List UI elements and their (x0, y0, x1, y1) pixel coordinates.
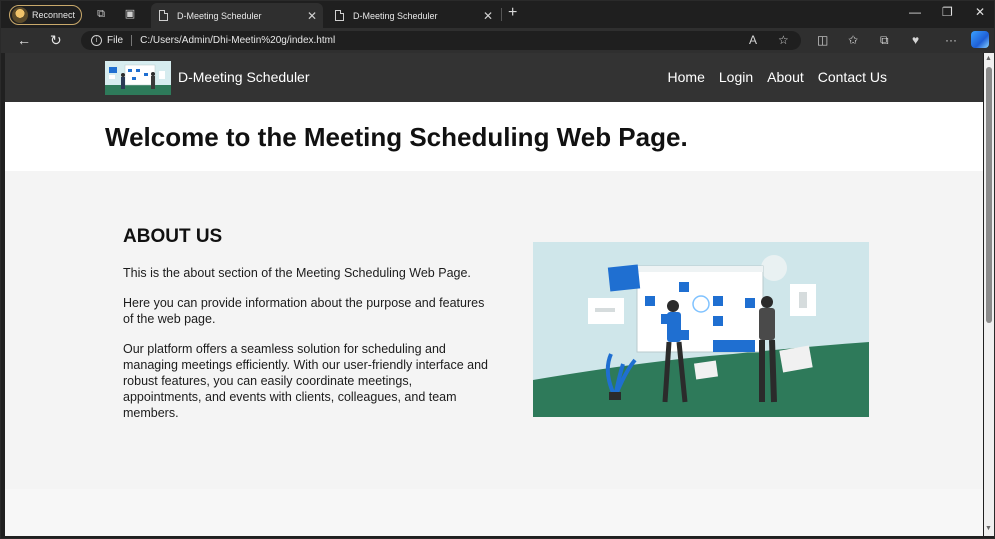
tab-divider (501, 8, 502, 21)
minimize-icon[interactable]: — (909, 5, 921, 19)
scroll-up-icon[interactable]: ▲ (985, 55, 992, 62)
about-paragraph: Our platform offers a seamless solution … (123, 342, 488, 420)
logo-illustration (105, 64, 171, 95)
restore-icon[interactable]: ❐ (942, 5, 953, 19)
split-screen-icon[interactable]: ◫ (817, 33, 828, 47)
page-viewport: D-Meeting Scheduler Home Login About Con… (5, 53, 983, 536)
read-aloud-icon[interactable]: A (749, 33, 757, 47)
nav-contact-link[interactable]: Contact Us (818, 69, 887, 85)
back-arrow-icon[interactable]: ← (17, 32, 31, 48)
logo-image[interactable] (105, 61, 171, 95)
profile-button[interactable]: Reconnect (9, 5, 82, 25)
close-window-icon[interactable]: ✕ (975, 5, 985, 19)
new-tab-icon[interactable]: + (508, 4, 517, 22)
browser-essentials-icon[interactable]: ♥ (912, 33, 919, 47)
page-title: Welcome to the Meeting Scheduling Web Pa… (105, 122, 688, 152)
tab-title: D-Meeting Scheduler (353, 10, 438, 21)
address-bar: ← ↻ i File C:/Users/Admin/Dhi-Meetin%20g… (1, 28, 994, 53)
info-icon[interactable]: i (91, 35, 102, 46)
scrollbar-thumb[interactable] (986, 67, 992, 323)
hero-section: Welcome to the Meeting Scheduling Web Pa… (5, 102, 983, 171)
page-scrollbar[interactable]: ▲ ▼ (984, 53, 994, 536)
site-header: D-Meeting Scheduler Home Login About Con… (5, 53, 983, 102)
more-icon[interactable]: ··· (945, 33, 957, 47)
page-icon (335, 10, 344, 21)
about-paragraph: Here you can provide information about t… (123, 296, 485, 326)
close-tab-icon[interactable]: ✕ (307, 9, 317, 23)
about-text: This is the about section of the Meeting… (123, 265, 493, 435)
page-lower-area (5, 489, 983, 536)
collections-icon[interactable]: ⧉ (880, 33, 889, 48)
copilot-icon[interactable] (971, 31, 989, 48)
favorites-icon[interactable]: ✩ (848, 33, 858, 47)
about-heading: ABOUT US (123, 226, 223, 247)
nav-home-link[interactable]: Home (668, 69, 705, 85)
close-tab-icon[interactable]: ✕ (483, 9, 493, 23)
about-section: ABOUT US This is the about section of th… (5, 171, 983, 489)
scheduling-illustration-graphic (533, 242, 869, 417)
tab-actions-icon[interactable]: ▣ (124, 8, 136, 20)
nav-login-link[interactable]: Login (719, 69, 753, 85)
refresh-icon[interactable]: ↻ (50, 32, 62, 49)
tab-title: D-Meeting Scheduler (177, 10, 262, 21)
scroll-down-icon[interactable]: ▼ (985, 525, 992, 532)
workspaces-icon[interactable]: ⧉ (95, 8, 107, 20)
page-icon (159, 10, 168, 21)
tab-d-meeting-scheduler-2[interactable]: D-Meeting Scheduler ✕ (327, 3, 499, 28)
url-scheme-label: File (107, 35, 124, 46)
about-paragraph: This is the about section of the Meeting… (123, 266, 471, 280)
url-text[interactable]: C:/Users/Admin/Dhi-Meetin%20g/index.html (140, 35, 335, 46)
profile-label: Reconnect (32, 10, 76, 20)
browser-window: Reconnect ⧉ ▣ D-Meeting Scheduler ✕ D-Me… (0, 0, 995, 539)
nav-about-link[interactable]: About (767, 69, 804, 85)
main-nav: Home Login About Contact Us (668, 69, 887, 85)
url-field[interactable]: i File C:/Users/Admin/Dhi-Meetin%20g/ind… (81, 31, 801, 50)
url-divider (131, 35, 133, 46)
scheduling-illustration (533, 242, 869, 417)
profile-avatar (12, 7, 28, 23)
favorite-star-icon[interactable]: ☆ (778, 33, 789, 47)
tab-bar: Reconnect ⧉ ▣ D-Meeting Scheduler ✕ D-Me… (1, 1, 994, 28)
tab-d-meeting-scheduler-1[interactable]: D-Meeting Scheduler ✕ (151, 3, 323, 28)
site-title[interactable]: D-Meeting Scheduler (178, 69, 310, 85)
